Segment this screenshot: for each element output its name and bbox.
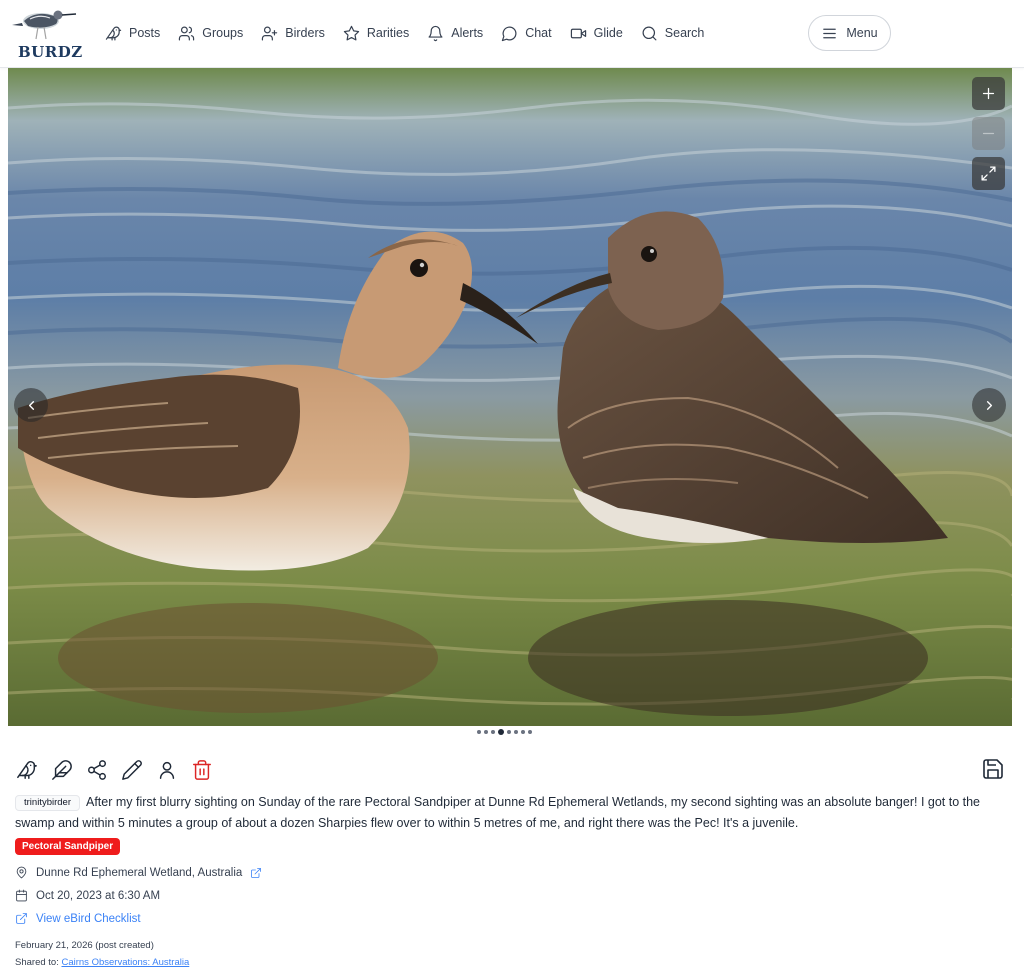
bird-icon [17,761,37,779]
main-nav: Posts Groups Birders Rarities Alerts Cha… [96,14,713,52]
menu-button-label: Menu [846,26,878,40]
edit-button[interactable] [120,758,144,782]
user-plus-icon [262,26,278,40]
feather-action-button[interactable] [50,758,74,782]
gallery-dot[interactable] [528,730,532,734]
chevron-right-icon [986,400,992,410]
gallery-dot[interactable] [521,730,525,734]
user-icon [159,761,175,779]
nav-chat-label: Chat [525,26,552,40]
nav-search-label: Search [664,26,705,40]
ebird-checklist-link[interactable]: View eBird Checklist [36,913,141,925]
date-text: Oct 20, 2023 at 6:30 AM [36,889,161,902]
nav-search[interactable]: Search [632,14,714,52]
video-icon [570,28,586,38]
post-text: After my first blurry sighting on Sunday… [15,795,981,830]
location-text: Dunne Rd Ephemeral Wetland, Australia [36,866,243,879]
menu-button[interactable]: Menu [808,15,891,51]
zoom-in-icon [982,87,995,100]
zoom-out-icon [982,132,995,135]
fullscreen-icon [981,166,996,181]
shared-to: Shared to: Cairns Observations: Australi… [15,957,189,968]
feather-icon [52,760,72,780]
shared-prefix: Shared to: [15,957,62,968]
bird-action-button[interactable] [15,758,39,782]
search-icon [642,26,657,40]
gallery-pagination [477,728,532,736]
trash-icon [193,760,211,780]
post-actions [15,757,225,783]
nav-birders-label: Birders [285,26,325,40]
users-icon [179,26,195,40]
nav-rarities[interactable]: Rarities [334,14,418,52]
external-link-icon[interactable] [250,867,262,879]
species-tag[interactable]: Pectoral Sandpiper [15,838,121,855]
map-pin-icon [16,866,27,879]
gallery-dot[interactable] [514,730,518,734]
post-body: trinitybirder After my first blurry sight… [15,792,1010,833]
sandpipers-photo [8,68,1012,726]
share-icon [88,760,106,780]
burdz-logo[interactable]: BURDZ [8,5,82,61]
nav-alerts-label: Alerts [451,26,484,40]
username-chip[interactable]: trinitybirder [15,795,80,811]
nav-posts[interactable]: Posts [96,14,169,52]
zoom-in-button[interactable] [972,77,1005,110]
star-icon [343,25,360,40]
save-icon [983,759,1003,779]
hamburger-menu-icon [823,28,837,38]
profile-button[interactable] [155,758,179,782]
nav-glide[interactable]: Glide [561,14,632,52]
nav-groups[interactable]: Groups [169,14,252,52]
nav-birders[interactable]: Birders [252,14,334,52]
chat-bubble-icon [502,26,517,41]
gallery-dot[interactable] [477,730,481,734]
share-button[interactable] [85,758,109,782]
gallery-dot[interactable] [484,730,488,734]
delete-button[interactable] [190,758,214,782]
previous-image-button[interactable] [14,388,48,422]
ebird-link-row[interactable]: View eBird Checklist [15,912,141,925]
nav-groups-label: Groups [202,26,244,40]
date-row: Oct 20, 2023 at 6:30 AM [15,889,160,902]
nav-glide-label: Glide [593,26,623,40]
logo-wordmark: BURDZ [18,43,83,61]
calendar-icon [16,889,27,902]
location-row: Dunne Rd Ephemeral Wetland, Australia [15,866,270,879]
gallery-dot[interactable] [507,730,511,734]
gallery-dot-active[interactable] [498,729,504,735]
bird-icon [105,26,122,40]
save-button[interactable] [981,757,1007,783]
post-created-date: February 21, 2026 (post created) [15,940,154,951]
nav-alerts[interactable]: Alerts [418,14,492,52]
nav-chat[interactable]: Chat [492,14,560,52]
gallery-dot[interactable] [491,730,495,734]
fullscreen-button[interactable] [972,157,1005,190]
zoom-out-button[interactable] [972,117,1005,150]
nav-posts-label: Posts [129,26,161,40]
nav-rarities-label: Rarities [366,26,410,40]
shared-group-link[interactable]: Cairns Observations: Australia [61,957,189,968]
post-photo[interactable] [8,68,1012,726]
bell-icon [428,25,443,41]
next-image-button[interactable] [972,388,1006,422]
top-navigation-bar: BURDZ Posts Groups Birders Rarities Aler… [0,0,1024,68]
external-link-icon [16,913,27,924]
chevron-left-icon [28,400,34,410]
pencil-icon [122,760,142,780]
